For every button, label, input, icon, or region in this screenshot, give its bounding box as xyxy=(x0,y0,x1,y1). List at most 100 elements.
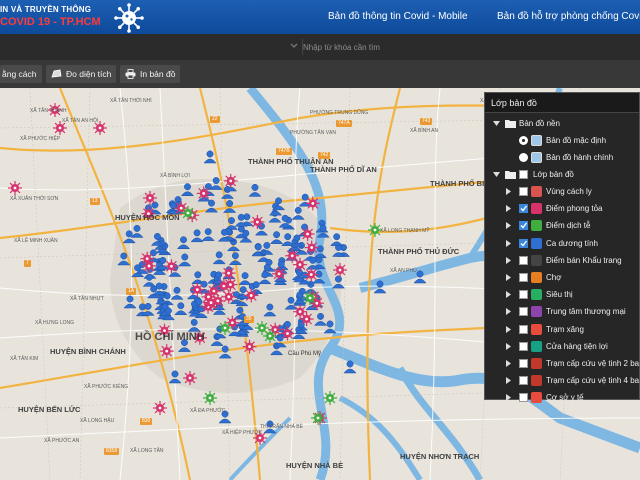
expand-icon[interactable] xyxy=(505,308,512,316)
lockdown-marker[interactable] xyxy=(142,258,157,273)
overlay-checkbox[interactable] xyxy=(519,238,528,248)
overlay-layer-row[interactable]: Trạm cấp cứu vệ tinh 4 ba xyxy=(485,372,640,389)
basemap-group-row[interactable]: Bản đồ nền xyxy=(485,115,640,132)
commune-label: XÃ TÂN AN HỘI xyxy=(62,118,99,124)
epidemic-marker[interactable] xyxy=(181,206,195,220)
overlay-layer-row[interactable]: Vùng cách ly xyxy=(485,183,640,200)
lockdown-marker[interactable] xyxy=(153,401,167,415)
lockdown-marker[interactable] xyxy=(204,295,219,310)
measure-distance-button[interactable]: ằng cách xyxy=(0,65,42,83)
commune-label: PHƯỜNG TÂN VẠN xyxy=(290,130,336,136)
expand-icon[interactable] xyxy=(505,325,512,333)
overlay-layer-row[interactable]: Điểm bán Khẩu trang xyxy=(485,252,640,269)
basemap-label: Bản đồ hành chính xyxy=(546,153,614,162)
chevron-down-icon[interactable] xyxy=(289,41,299,53)
lockdown-marker[interactable] xyxy=(221,266,236,281)
overlay-checkbox[interactable] xyxy=(519,204,528,214)
expand-icon[interactable] xyxy=(505,222,512,230)
expand-icon[interactable] xyxy=(505,291,512,299)
expand-icon[interactable] xyxy=(493,171,500,178)
epidemic-marker[interactable] xyxy=(203,391,217,405)
expand-icon[interactable] xyxy=(493,120,500,127)
lockdown-marker[interactable] xyxy=(280,326,295,341)
overlay-group-checkbox[interactable] xyxy=(519,170,528,179)
lockdown-marker[interactable] xyxy=(223,173,238,188)
lockdown-marker[interactable] xyxy=(244,288,259,303)
district-label: THÀNH PHỐ THỦ ĐỨC xyxy=(378,247,460,256)
epidemic-marker[interactable] xyxy=(323,391,337,405)
road-number-badge: 1A xyxy=(126,288,137,295)
overlay-checkbox[interactable] xyxy=(519,376,528,386)
overlay-layer-row[interactable]: Chợ xyxy=(485,269,640,286)
lockdown-marker[interactable] xyxy=(190,282,205,297)
expand-icon[interactable] xyxy=(505,239,512,247)
lockdown-marker[interactable] xyxy=(304,267,319,282)
basemap-row[interactable]: Bản đồ mặc định xyxy=(485,132,640,149)
measure-area-button[interactable]: Đo diện tích xyxy=(46,65,117,83)
overlay-checkbox[interactable] xyxy=(519,187,528,196)
overlay-checkbox[interactable] xyxy=(519,307,528,317)
lockdown-marker[interactable] xyxy=(221,289,236,304)
overlay-layer-row[interactable]: Trung tâm thương mại xyxy=(485,303,640,320)
lockdown-marker[interactable] xyxy=(333,263,348,278)
nav-support-map-link[interactable]: Bản đồ hỗ trợ phòng chống Covid xyxy=(497,11,640,22)
positive-case-marker[interactable] xyxy=(330,233,344,246)
expand-icon[interactable] xyxy=(505,205,512,213)
overlay-layer-row[interactable]: Trạm cấp cứu vệ tinh 2 ba xyxy=(485,355,640,372)
lockdown-marker[interactable] xyxy=(300,227,315,242)
lockdown-marker[interactable] xyxy=(143,191,157,205)
expand-icon[interactable] xyxy=(505,188,512,195)
lockdown-marker[interactable] xyxy=(159,344,174,359)
overlay-group-row[interactable]: Lớp bản đồ xyxy=(485,166,640,183)
basemap-row[interactable]: Bản đồ hành chính xyxy=(485,149,640,166)
lockdown-marker[interactable] xyxy=(242,339,257,354)
lockdown-marker[interactable] xyxy=(250,214,265,229)
lockdown-marker[interactable] xyxy=(223,277,238,292)
lockdown-marker[interactable] xyxy=(299,312,314,327)
positive-case-marker[interactable] xyxy=(203,150,217,164)
lockdown-marker[interactable] xyxy=(285,248,300,263)
overlay-checkbox[interactable] xyxy=(519,290,528,300)
overlay-checkbox[interactable] xyxy=(519,341,528,351)
overlay-layer-row[interactable]: Ca dương tính xyxy=(485,235,640,252)
expand-icon[interactable] xyxy=(505,394,512,402)
fuel-icon xyxy=(531,323,542,335)
overlay-checkbox[interactable] xyxy=(519,393,528,403)
overlay-checkbox[interactable] xyxy=(519,273,528,282)
epidemic-marker[interactable] xyxy=(303,291,317,305)
lockdown-marker[interactable] xyxy=(305,196,320,211)
overlay-layer-row[interactable]: Trạm xăng xyxy=(485,321,640,338)
overlay-checkbox[interactable] xyxy=(519,324,528,334)
lockdown-marker[interactable] xyxy=(183,371,197,385)
overlay-layer-row[interactable]: Cơ sở y tế xyxy=(485,389,640,406)
expand-icon[interactable] xyxy=(505,360,512,367)
overlay-layer-row[interactable]: Siêu thị xyxy=(485,286,640,303)
epidemic-marker[interactable] xyxy=(263,329,277,343)
basemap-radio[interactable] xyxy=(519,153,528,162)
lockdown-marker[interactable] xyxy=(164,259,179,274)
overlay-checkbox[interactable] xyxy=(519,359,528,368)
print-map-button[interactable]: In bản đồ xyxy=(120,65,181,83)
overlay-checkbox[interactable] xyxy=(519,221,528,231)
nav-mobile-map-link[interactable]: Bản đồ thông tin Covid - Mobile xyxy=(328,11,468,22)
epidemic-marker[interactable] xyxy=(218,321,232,335)
overlay-layer-row[interactable]: Cửa hàng tiện lợi xyxy=(485,338,640,355)
road-number-badge: 743 xyxy=(420,118,433,125)
expand-icon[interactable] xyxy=(505,377,512,385)
basemap-radio[interactable] xyxy=(519,136,528,145)
overlay-layer-label: Điểm bán Khẩu trang xyxy=(546,255,622,265)
overlay-checkbox[interactable] xyxy=(519,255,528,265)
expand-icon[interactable] xyxy=(505,274,512,281)
expand-icon[interactable] xyxy=(505,256,512,264)
lockdown-marker[interactable] xyxy=(304,240,319,255)
lockdown-marker[interactable] xyxy=(272,266,287,281)
overlay-layer-row[interactable]: Điểm dịch tễ xyxy=(485,217,640,234)
expand-icon[interactable] xyxy=(505,342,512,350)
epidemic-marker[interactable] xyxy=(311,411,325,425)
overlay-layer-row[interactable]: Điểm phong tỏa xyxy=(485,200,640,217)
lockdown-marker[interactable] xyxy=(196,186,211,201)
lockdown-marker[interactable] xyxy=(8,181,22,195)
search-input[interactable] xyxy=(303,38,503,56)
basemap-group-label: Bản đồ nền xyxy=(519,119,560,128)
lockdown-marker[interactable] xyxy=(292,257,307,272)
